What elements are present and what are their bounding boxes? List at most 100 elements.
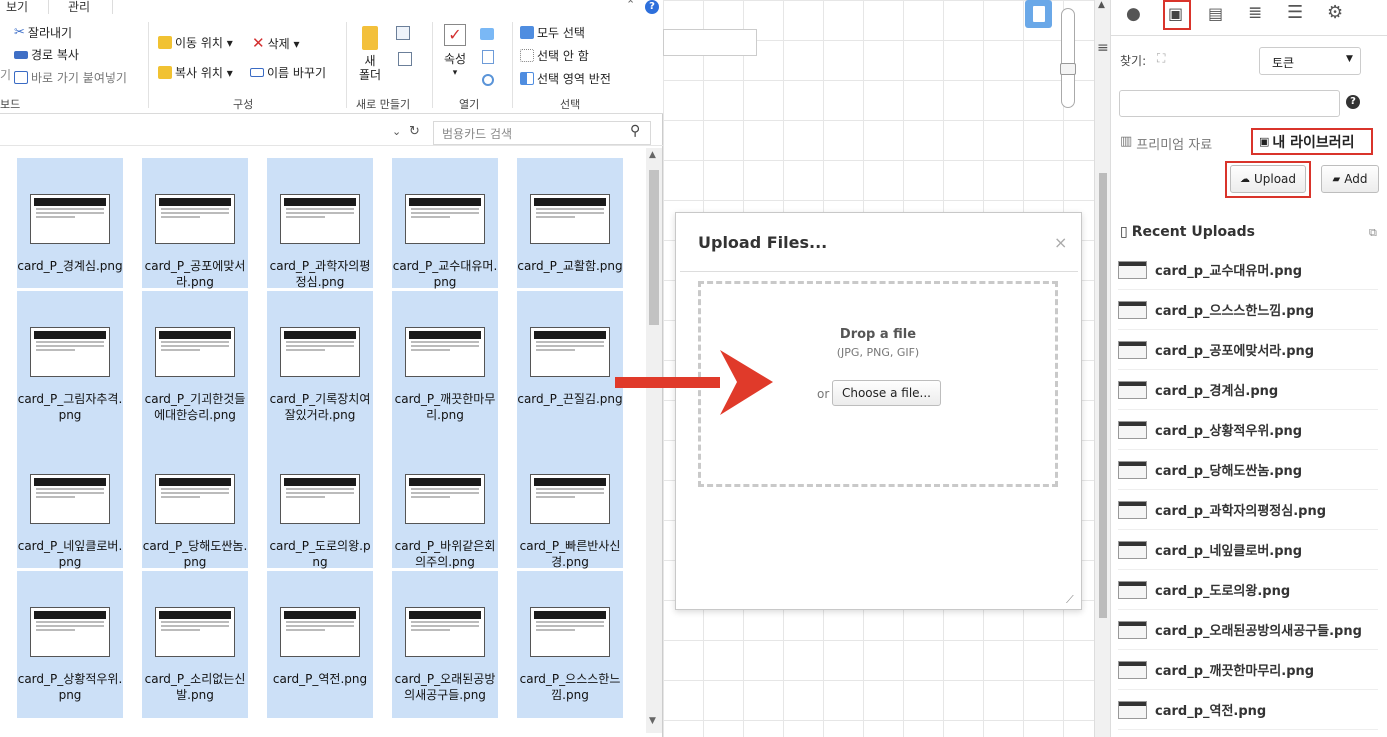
file-item[interactable]: card_P_과학자의평정심.png bbox=[267, 158, 373, 289]
search-input[interactable]: 범용카드 검색 ⚲ bbox=[433, 121, 651, 145]
library-search-input[interactable] bbox=[1119, 90, 1340, 117]
upload-button[interactable]: ☁ Upload bbox=[1230, 165, 1306, 193]
clipboard-partial-label: 기 bbox=[0, 68, 12, 82]
size-select[interactable]: 토큰 ▼ bbox=[1259, 47, 1361, 75]
history-dropdown-icon[interactable]: ⌄ bbox=[392, 125, 401, 138]
upload-name: card_p_과학자의평정심.png bbox=[1155, 504, 1327, 519]
recent-upload-item[interactable]: card_p_공포에맞서라.png bbox=[1118, 330, 1378, 370]
page-icon[interactable] bbox=[1025, 0, 1052, 28]
history-icon[interactable] bbox=[482, 74, 494, 86]
new-folder-button[interactable]: 새 폴더 bbox=[355, 26, 385, 82]
expand-icon[interactable]: ⛶ bbox=[1157, 51, 1165, 66]
resize-grip-icon[interactable]: ⟋ bbox=[1066, 593, 1074, 607]
file-thumbnail bbox=[155, 327, 235, 377]
zoom-slider-handle[interactable] bbox=[1060, 63, 1076, 75]
properties-button[interactable]: ✓ 속성 ▾ bbox=[438, 24, 472, 80]
add-button[interactable]: ▰ Add bbox=[1321, 165, 1379, 193]
list-icon[interactable]: ☰ bbox=[1287, 2, 1303, 23]
search-icon[interactable]: ⚲ bbox=[630, 123, 640, 139]
scroll-down-icon[interactable]: ▼ bbox=[649, 716, 656, 726]
file-item[interactable]: card_P_공포에맞서라.png bbox=[142, 158, 248, 289]
help-icon[interactable]: ? bbox=[645, 0, 659, 14]
paste-shortcut-button[interactable]: 바로 가기 붙여넣기 bbox=[14, 69, 127, 86]
file-item[interactable]: card_P_으스스한느낌.png bbox=[517, 571, 623, 718]
easy-access-icon[interactable] bbox=[398, 52, 412, 66]
file-thumbnail bbox=[30, 194, 110, 244]
file-name: card_P_과학자의평정심.png bbox=[269, 259, 371, 289]
recent-upload-item[interactable]: card_p_깨끗한마무리.png bbox=[1118, 650, 1378, 690]
panel-menu-icon[interactable]: ≡ bbox=[1097, 40, 1109, 56]
file-item[interactable]: card_P_당해도싼놈.png bbox=[142, 438, 248, 569]
file-item[interactable]: card_P_경계심.png bbox=[17, 158, 123, 288]
recent-upload-item[interactable]: card_p_도로의왕.png bbox=[1118, 570, 1378, 610]
tab-manage[interactable]: 관리 bbox=[68, 0, 90, 15]
recent-upload-item[interactable]: card_p_오래된공방의새공구들.png bbox=[1118, 610, 1378, 650]
select-none-button[interactable]: 선택 안 함 bbox=[520, 47, 589, 64]
image-icon: ▣ bbox=[1259, 135, 1270, 148]
invert-selection-button[interactable]: 선택 영역 반전 bbox=[520, 70, 611, 87]
properties-check-icon: ✓ bbox=[444, 24, 466, 46]
file-item[interactable]: card_P_기록장치여잘있거라.png bbox=[267, 291, 373, 438]
file-item[interactable]: card_P_역전.png bbox=[267, 571, 373, 718]
delete-button[interactable]: ✕ 삭제 ▾ bbox=[252, 34, 300, 52]
folder-icon: ▰ bbox=[1332, 173, 1341, 185]
zoom-slider[interactable] bbox=[1060, 8, 1076, 108]
file-item[interactable]: card_P_네잎클로버.png bbox=[17, 438, 123, 569]
ribbon-collapse-icon[interactable]: ⌃ bbox=[626, 0, 635, 11]
recent-uploads-header[interactable]: ▯ Recent Uploads bbox=[1120, 224, 1255, 240]
rename-button[interactable]: 이름 바꾸기 bbox=[250, 64, 326, 81]
recent-upload-item[interactable]: card_p_당해도싼놈.png bbox=[1118, 450, 1378, 490]
file-item[interactable]: card_P_바위같은회의주의.png bbox=[392, 438, 498, 569]
my-library-tab[interactable]: ▣ 내 라이브러리 bbox=[1251, 128, 1373, 155]
recent-upload-item[interactable]: card_p_교수대유머.png bbox=[1118, 250, 1378, 290]
canvas-input[interactable] bbox=[663, 29, 757, 56]
edit-icon[interactable] bbox=[482, 50, 494, 64]
upload-name: card_p_네잎클로버.png bbox=[1155, 544, 1303, 559]
file-item[interactable]: card_P_도로의왕.png bbox=[267, 438, 373, 569]
recent-upload-item[interactable]: card_p_역전.png bbox=[1118, 690, 1378, 730]
file-item[interactable]: card_P_그림자추격.png bbox=[17, 291, 123, 438]
library-tab-icon[interactable]: ▣ bbox=[1163, 0, 1191, 30]
file-item[interactable]: card_P_오래된공방의새공구들.png bbox=[392, 571, 498, 718]
scroll-up-icon[interactable]: ▲ bbox=[1098, 0, 1105, 10]
file-item[interactable]: card_P_교수대유머.png bbox=[392, 158, 498, 289]
recent-upload-item[interactable]: card_p_과학자의평정심.png bbox=[1118, 490, 1378, 530]
tab-view[interactable]: 보기 bbox=[6, 0, 28, 15]
cut-button[interactable]: ✂ 잘라내기 bbox=[14, 24, 72, 41]
refresh-icon[interactable]: ↻ bbox=[409, 124, 420, 139]
recent-upload-item[interactable]: card_p_으스스한느낌.png bbox=[1118, 290, 1378, 330]
handout-icon[interactable]: ▤ bbox=[1208, 4, 1223, 23]
canvas-scrollbar-thumb[interactable] bbox=[1099, 173, 1107, 618]
folder-move-icon bbox=[158, 36, 172, 49]
journal-icon[interactable]: ≣ bbox=[1248, 3, 1262, 23]
choose-file-button[interactable]: Choose a file... bbox=[832, 380, 941, 406]
gear-icon[interactable]: ⚙ bbox=[1327, 2, 1343, 23]
scrollbar-thumb[interactable] bbox=[649, 170, 659, 325]
scroll-up-icon[interactable]: ▲ bbox=[649, 150, 656, 160]
file-item[interactable]: card_P_상황적우위.png bbox=[17, 571, 123, 718]
recent-upload-item[interactable]: card_p_경계심.png bbox=[1118, 370, 1378, 410]
select-all-button[interactable]: 모두 선택 bbox=[520, 24, 585, 41]
premium-tab[interactable]: ▥ 프리미엄 자료 bbox=[1120, 134, 1212, 153]
invert-selection-icon bbox=[520, 72, 534, 85]
recent-upload-item[interactable]: card_p_네잎클로버.png bbox=[1118, 530, 1378, 570]
file-item[interactable]: card_P_기괴한것들에대한승리.png bbox=[142, 291, 248, 438]
image-icon: ▣ bbox=[1168, 4, 1184, 23]
file-item[interactable]: card_P_끈질김.png bbox=[517, 291, 623, 438]
chat-icon[interactable]: ● bbox=[1126, 4, 1141, 24]
copy-to-button[interactable]: 복사 위치 ▾ bbox=[158, 64, 233, 81]
open-icon[interactable] bbox=[480, 28, 494, 40]
popout-icon[interactable]: ⧉ bbox=[1369, 226, 1377, 240]
close-icon[interactable]: × bbox=[1054, 233, 1067, 252]
new-item-icon[interactable] bbox=[396, 26, 410, 40]
recent-upload-item[interactable]: card_p_상황적우위.png bbox=[1118, 410, 1378, 450]
file-item[interactable]: card_P_교활함.png bbox=[517, 158, 623, 288]
upload-thumbnail bbox=[1118, 660, 1147, 679]
help-icon[interactable]: ? bbox=[1346, 95, 1360, 109]
file-item[interactable]: card_P_빠른반사신경.png bbox=[517, 438, 623, 569]
file-item[interactable]: card_P_소리없는신발.png bbox=[142, 571, 248, 718]
file-item[interactable]: card_P_깨끗한마무리.png bbox=[392, 291, 498, 438]
canvas-scrollbar[interactable] bbox=[1094, 0, 1110, 737]
copy-path-button[interactable]: 경로 복사 bbox=[14, 46, 79, 63]
move-to-button[interactable]: 이동 위치 ▾ bbox=[158, 34, 233, 51]
